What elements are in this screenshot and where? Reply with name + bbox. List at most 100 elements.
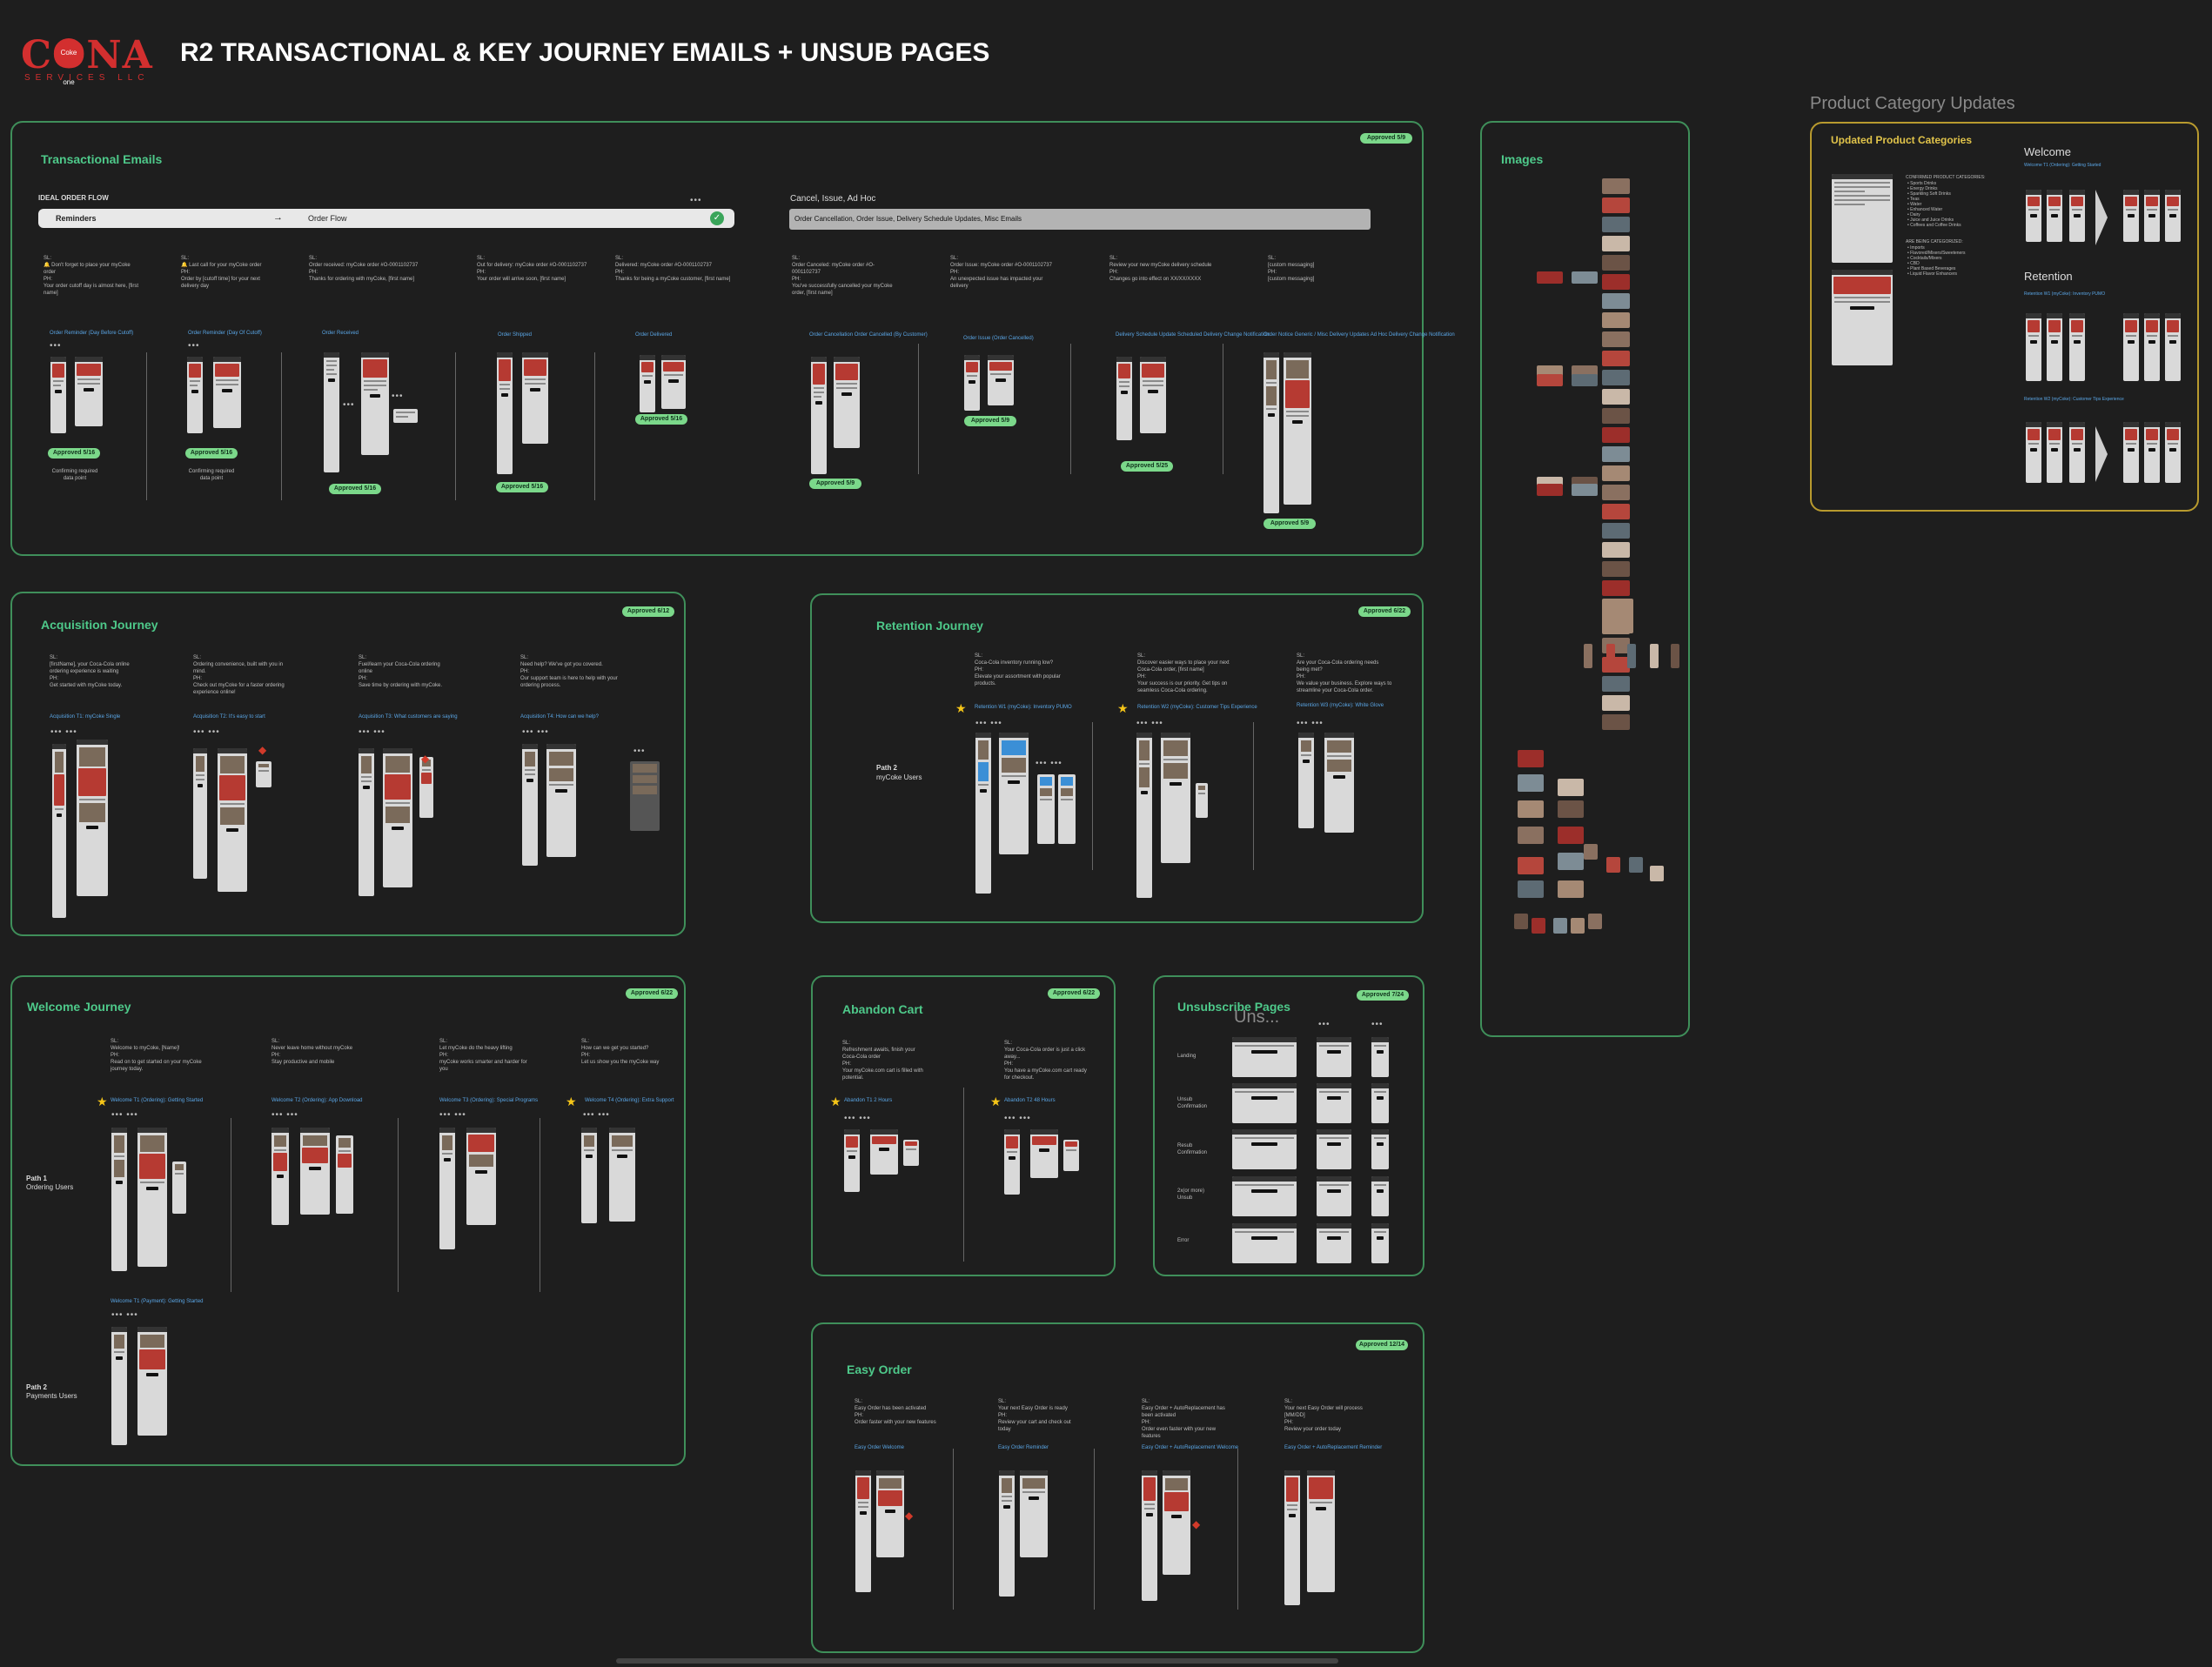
- more-icon[interactable]: ••• •••: [271, 1110, 298, 1120]
- image-thumbnail[interactable]: [1602, 408, 1630, 424]
- email-mockup[interactable]: [975, 733, 991, 894]
- email-mockup[interactable]: [383, 748, 412, 887]
- image-thumbnail[interactable]: [1518, 827, 1544, 844]
- image-thumbnail[interactable]: [1602, 485, 1630, 500]
- email-mockup[interactable]: [855, 1470, 871, 1592]
- more-icon[interactable]: ••• •••: [1297, 719, 1324, 728]
- unsub-page-desktop[interactable]: [1232, 1037, 1297, 1077]
- image-thumbnail[interactable]: [1602, 714, 1630, 730]
- email-mockup[interactable]: [964, 355, 980, 411]
- more-icon[interactable]: ••• •••: [583, 1110, 610, 1120]
- category-page[interactable]: [1832, 270, 1893, 365]
- image-thumbnail[interactable]: [1602, 370, 1630, 385]
- image-thumbnail[interactable]: [1602, 351, 1630, 366]
- email-mockup[interactable]: [1324, 733, 1354, 833]
- email-mockup[interactable]: [1196, 783, 1208, 818]
- more-icon[interactable]: ••• •••: [1136, 719, 1163, 728]
- image-thumbnail[interactable]: [1650, 866, 1664, 881]
- image-thumbnail[interactable]: [1627, 644, 1636, 668]
- image-thumbnail[interactable]: [1518, 750, 1544, 767]
- image-thumbnail[interactable]: [1602, 178, 1630, 194]
- more-icon[interactable]: •••: [1318, 1020, 1331, 1029]
- email-mockup[interactable]: [988, 355, 1014, 405]
- image-thumbnail[interactable]: [1602, 523, 1630, 539]
- image-thumbnail[interactable]: [1602, 331, 1630, 347]
- email-mockup[interactable]: [1264, 352, 1279, 513]
- email-mockup[interactable]: [1037, 774, 1055, 844]
- email-mockup[interactable]: [999, 1470, 1015, 1597]
- email-mockup[interactable]: [218, 748, 247, 892]
- image-thumbnail[interactable]: [1602, 465, 1630, 481]
- email-mockup[interactable]: [661, 355, 686, 409]
- image-thumbnail[interactable]: [1602, 427, 1630, 443]
- image-thumbnail[interactable]: [1572, 484, 1598, 496]
- email-mockup[interactable]: [546, 744, 576, 857]
- image-thumbnail[interactable]: [1584, 844, 1598, 860]
- category-email-mockup[interactable]: [2123, 422, 2139, 483]
- email-mockup[interactable]: [359, 748, 374, 896]
- image-thumbnail[interactable]: [1671, 644, 1679, 668]
- section-transactional[interactable]: [10, 121, 1424, 556]
- category-email-mockup[interactable]: [2144, 313, 2160, 381]
- image-thumbnail[interactable]: [1602, 293, 1630, 309]
- more-icon[interactable]: ••• •••: [522, 727, 549, 737]
- image-thumbnail[interactable]: [1602, 217, 1630, 232]
- more-icon[interactable]: •••: [1371, 1020, 1384, 1029]
- image-thumbnail[interactable]: [1602, 274, 1630, 290]
- image-thumbnail[interactable]: [1602, 197, 1630, 213]
- category-email-mockup[interactable]: [2144, 190, 2160, 242]
- email-mockup[interactable]: [361, 352, 389, 455]
- category-email-mockup[interactable]: [2165, 422, 2181, 483]
- more-icon[interactable]: ••• •••: [359, 727, 385, 737]
- email-mockup[interactable]: [834, 357, 860, 448]
- image-thumbnail[interactable]: [1602, 504, 1630, 519]
- email-mockup[interactable]: [581, 1128, 597, 1223]
- unsub-page-tablet[interactable]: [1317, 1176, 1351, 1216]
- more-icon[interactable]: ••• •••: [1036, 759, 1062, 768]
- email-mockup[interactable]: [1136, 733, 1152, 898]
- more-icon[interactable]: ••• •••: [439, 1110, 466, 1120]
- more-icon[interactable]: ••• •••: [975, 719, 1002, 728]
- more-icon[interactable]: ••• •••: [111, 1310, 138, 1320]
- unsub-page-mobile[interactable]: [1371, 1037, 1389, 1077]
- section-images[interactable]: [1480, 121, 1690, 1037]
- image-thumbnail[interactable]: [1514, 914, 1528, 929]
- email-mockup[interactable]: [77, 740, 108, 896]
- more-icon[interactable]: ••• •••: [193, 727, 220, 737]
- unsub-page-tablet[interactable]: [1317, 1223, 1351, 1263]
- email-mockup[interactable]: [50, 357, 66, 433]
- email-mockup[interactable]: [300, 1128, 330, 1215]
- email-mockup[interactable]: [1116, 357, 1132, 440]
- email-mockup[interactable]: [999, 733, 1029, 854]
- email-mockup[interactable]: [1161, 733, 1190, 863]
- category-email-mockup[interactable]: [2123, 313, 2139, 381]
- category-email-mockup[interactable]: [2165, 190, 2181, 242]
- email-mockup[interactable]: [75, 357, 103, 426]
- unsub-page-mobile[interactable]: [1371, 1083, 1389, 1123]
- unsub-page-desktop[interactable]: [1232, 1083, 1297, 1123]
- more-icon[interactable]: •••: [188, 341, 200, 351]
- horizontal-scrollbar[interactable]: [616, 1658, 1338, 1664]
- unsub-page-mobile[interactable]: [1371, 1223, 1389, 1263]
- email-mockup[interactable]: [419, 757, 433, 818]
- image-thumbnail[interactable]: [1558, 827, 1584, 844]
- email-mockup[interactable]: [1030, 1129, 1058, 1178]
- image-thumbnail[interactable]: [1602, 389, 1630, 405]
- category-email-mockup[interactable]: [2069, 313, 2085, 381]
- unsub-page-desktop[interactable]: [1232, 1176, 1297, 1216]
- image-thumbnail[interactable]: [1518, 800, 1544, 818]
- category-email-mockup[interactable]: [2144, 422, 2160, 483]
- email-mockup[interactable]: [497, 352, 513, 474]
- email-mockup[interactable]: [522, 352, 548, 444]
- category-page[interactable]: [1832, 174, 1893, 263]
- image-thumbnail[interactable]: [1558, 779, 1584, 796]
- email-mockup[interactable]: [187, 357, 203, 433]
- more-icon[interactable]: •••: [392, 392, 404, 401]
- email-mockup[interactable]: [172, 1162, 186, 1214]
- category-email-mockup[interactable]: [2069, 190, 2085, 242]
- category-email-mockup[interactable]: [2026, 422, 2041, 483]
- more-icon[interactable]: ••• •••: [111, 1110, 138, 1120]
- image-thumbnail[interactable]: [1571, 918, 1585, 934]
- email-mockup[interactable]: [111, 1327, 127, 1445]
- image-thumbnail[interactable]: [1558, 853, 1584, 870]
